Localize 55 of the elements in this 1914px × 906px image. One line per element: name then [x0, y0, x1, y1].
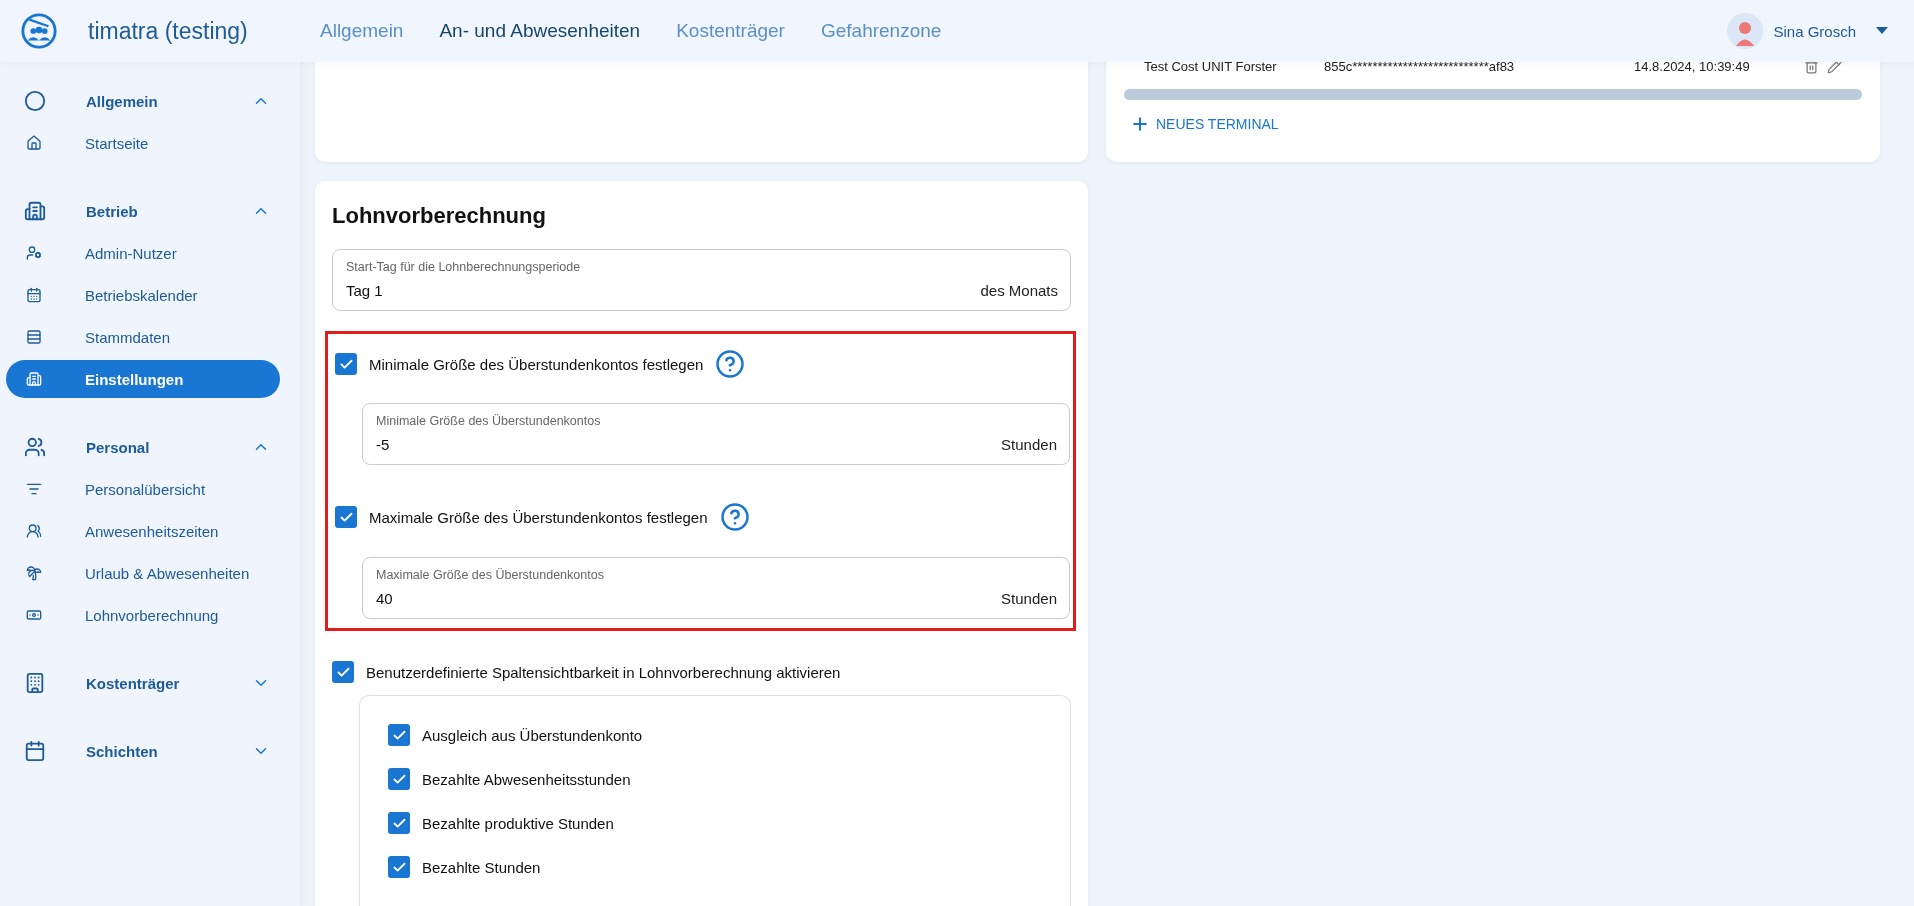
nav-tab[interactable]: An- und Abwesenheiten [439, 20, 641, 42]
unit-label: Stunden [1001, 436, 1057, 453]
checkbox[interactable] [332, 661, 354, 683]
sidebar-item[interactable]: Startseite [6, 124, 280, 162]
user-name[interactable]: Sina Grosch [1773, 22, 1856, 40]
card-title: Lohnvorberechnung [332, 203, 547, 229]
checkbox-label: Bezahlte Stunden [422, 858, 541, 876]
add-terminal-button[interactable]: NEUES TERMINAL [1124, 110, 1285, 138]
sidebar-group[interactable]: Schichten [0, 732, 270, 770]
field-label: Maximale Größe des Überstundenkontos [376, 568, 605, 582]
field-label: Start-Tag für die Lohnberechnungsperiode [346, 260, 582, 274]
app-title: timatra (testing) [88, 17, 249, 45]
checkbox[interactable] [388, 812, 410, 834]
sidebar-group[interactable]: Allgemein [0, 82, 270, 120]
table-cell-text: Test Cost UNIT Forster [1144, 58, 1278, 74]
logo-icon [20, 12, 58, 50]
caret-icon[interactable] [1876, 27, 1888, 35]
sidebar-item[interactable]: Stammdaten [6, 318, 280, 356]
table-cell-text: 855c***************************af83 [1324, 58, 1516, 74]
checkbox-label: Minimale Größe des Überstundenkontos festlegen [369, 355, 704, 373]
checkbox-label: Ausgleich aus Überstundenkonto [422, 726, 643, 744]
sidebar-item[interactable]: Admin-Nutzer [6, 234, 280, 272]
sidebar-group[interactable]: Personal [0, 428, 270, 466]
field-value[interactable]: Tag 1 [346, 282, 981, 299]
sidebar-item[interactable]: Einstellungen [6, 360, 280, 398]
scrollbar[interactable] [1124, 89, 1862, 100]
checkbox[interactable] [388, 724, 410, 746]
plus-icon [1130, 114, 1150, 134]
field-value[interactable]: -5 [376, 436, 1002, 453]
checkbox[interactable] [335, 353, 357, 375]
sidebar-item[interactable]: Anwesenheitszeiten [6, 512, 280, 550]
help-icon[interactable] [715, 349, 746, 379]
input-field[interactable]: Maximale Größe des Überstundenkontos 40 Stunden [362, 557, 1070, 619]
checkbox-label: Bezahlte produktive Stunden [422, 814, 614, 832]
checkbox[interactable] [388, 856, 410, 878]
sidebar-item[interactable]: Lohnvorberechnung [6, 596, 280, 634]
checkbox[interactable] [335, 506, 357, 528]
help-icon[interactable] [719, 502, 750, 532]
unit-label: des Monats [980, 282, 1058, 299]
field-label: Minimale Größe des Überstundenkontos [376, 414, 602, 428]
sidebar-item[interactable]: Personalübersicht [6, 470, 280, 508]
avatar-icon [1727, 13, 1764, 49]
sidebar-group[interactable]: Betrieb [0, 192, 270, 230]
checkbox-label: Benutzerdefinierte Spaltensichtbarkeit in Lohnvorberechnung aktivieren [366, 663, 841, 681]
unit-label: Stunden [1001, 590, 1057, 607]
input-field[interactable]: Start-Tag für die Lohnberechnungsperiode Tag 1 des Monats [332, 249, 1071, 311]
sidebar-group[interactable]: Kostenträger [0, 664, 270, 702]
checkbox[interactable] [388, 768, 410, 790]
checkbox-label: Maximale Größe des Überstundenkontos festlegen [369, 508, 708, 526]
checkbox-label: Bezahlte Abwesenheitsstunden [422, 770, 631, 788]
field-value[interactable]: 40 [376, 590, 1002, 607]
input-field[interactable]: Minimale Größe des Überstundenkontos -5 Stunden [362, 403, 1070, 465]
sidebar-item[interactable]: Urlaub & Abwesenheiten [6, 554, 280, 592]
table-cell-text: 14.8.2024, 10:39:49 [1634, 58, 1751, 74]
sidebar-item[interactable]: Betriebskalender [6, 276, 280, 314]
